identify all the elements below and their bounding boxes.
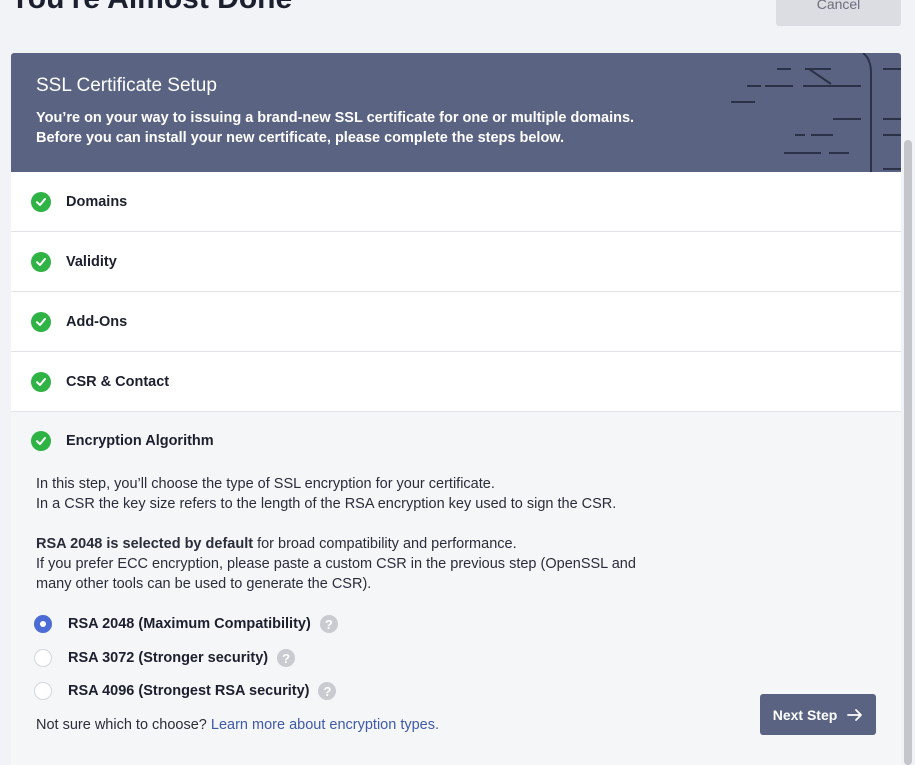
card-description-line2: Before you can install your new certific… <box>36 130 565 146</box>
default-text: RSA 2048 is selected by default for broa… <box>36 534 636 594</box>
intro-line2: In a CSR the key size refers to the leng… <box>36 496 617 512</box>
next-step-label: Next Step <box>772 706 838 723</box>
option-rsa-2048[interactable]: RSA 2048 (Maximum Compatibility) ? <box>34 615 338 633</box>
option-label[interactable]: RSA 3072 (Stronger security) <box>68 650 268 666</box>
card-header: SSL Certificate Setup You’re on your way… <box>11 53 901 172</box>
check-icon <box>31 431 51 451</box>
cancel-button-label: Cancel <box>816 0 861 12</box>
radio-rsa-4096[interactable] <box>34 682 52 700</box>
option-rsa-3072[interactable]: RSA 3072 (Stronger security) ? <box>34 649 296 667</box>
radio-rsa-2048[interactable] <box>34 615 52 633</box>
default-bold: RSA 2048 is selected by default <box>36 536 254 552</box>
help-icon[interactable]: ? <box>318 682 337 700</box>
step-label: Encryption Algorithm <box>66 433 214 449</box>
step-label: Domains <box>66 193 128 210</box>
help-icon[interactable]: ? <box>319 615 338 633</box>
not-sure-label: Not sure which to choose? <box>36 717 211 733</box>
card-description: You’re on your way to issuing a brand-ne… <box>36 108 676 148</box>
cancel-button[interactable]: Cancel <box>776 0 901 26</box>
step-label: Validity <box>66 253 117 270</box>
arrow-right-icon <box>847 708 863 721</box>
step-validity[interactable]: Validity <box>11 232 901 292</box>
ssl-setup-card: SSL Certificate Setup You’re on your way… <box>11 53 901 765</box>
check-icon <box>31 371 51 392</box>
card-description-line1: You’re on your way to issuing a brand-ne… <box>36 110 635 126</box>
default-rest: for broad compatibility and performance. <box>253 536 517 552</box>
check-icon <box>31 191 51 212</box>
not-sure-text: Not sure which to choose? Learn more abo… <box>36 715 439 735</box>
radio-rsa-3072[interactable] <box>34 649 52 667</box>
step-domains[interactable]: Domains <box>11 172 901 232</box>
step-csr-contact[interactable]: CSR & Contact <box>11 352 901 412</box>
circuit-decoration-icon <box>731 53 901 172</box>
learn-more-link[interactable]: Learn more about encryption types. <box>211 717 439 733</box>
step-label: Add-Ons <box>66 313 128 330</box>
option-label[interactable]: RSA 2048 (Maximum Compatibility) <box>68 616 311 632</box>
step-encryption-header[interactable]: Encryption Algorithm <box>11 412 901 470</box>
page-heading: You're Almost Done <box>10 0 292 16</box>
option-rsa-4096[interactable]: RSA 4096 (Strongest RSA security) ? <box>34 682 337 700</box>
check-icon <box>31 251 51 272</box>
intro-line1: In this step, you’ll choose the type of … <box>36 476 495 492</box>
scrollbar[interactable] <box>904 140 912 765</box>
step-label: CSR & Contact <box>66 373 170 390</box>
card-title: SSL Certificate Setup <box>36 75 217 96</box>
step-add-ons[interactable]: Add-Ons <box>11 292 901 352</box>
help-icon[interactable]: ? <box>277 649 296 667</box>
ecc-line2: many other tools can be used to generate… <box>36 576 372 592</box>
option-label[interactable]: RSA 4096 (Strongest RSA security) <box>68 683 309 699</box>
check-icon <box>31 311 51 332</box>
ecc-line1: If you prefer ECC encryption, please pas… <box>36 556 636 572</box>
next-step-button[interactable]: Next Step <box>760 694 876 735</box>
intro-text: In this step, you’ll choose the type of … <box>36 474 616 514</box>
